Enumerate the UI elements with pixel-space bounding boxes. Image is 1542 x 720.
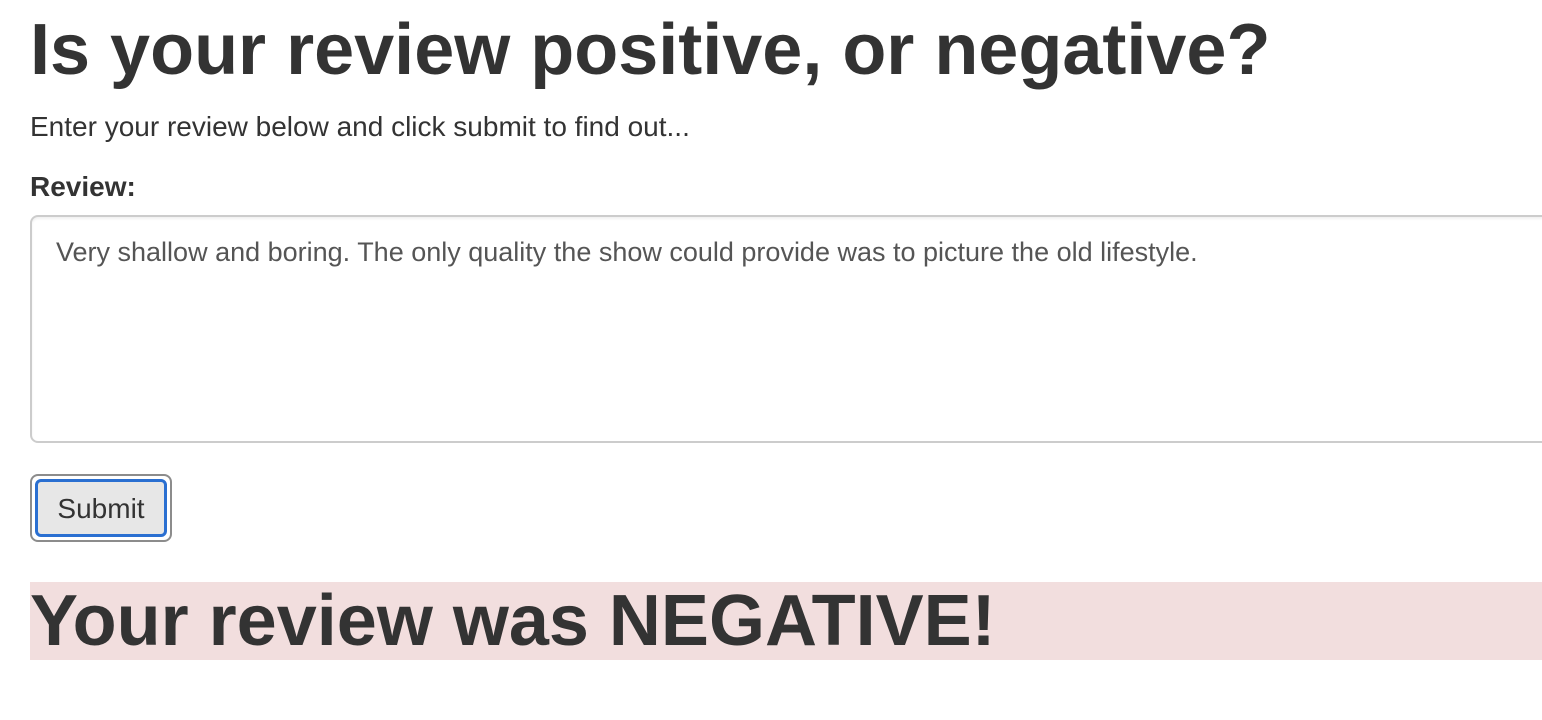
page-title: Is your review positive, or negative? <box>30 10 1271 90</box>
page-subtitle: Enter your review below and click submit… <box>30 111 690 142</box>
page: Is your review positive, or negative? En… <box>0 0 1542 720</box>
result-text: Your review was NEGATIVE! <box>30 581 996 661</box>
review-label: Review: <box>30 171 136 202</box>
result-banner: Your review was NEGATIVE! <box>30 582 1542 660</box>
submit-button-label: Submit <box>35 479 167 537</box>
submit-button[interactable]: Submit <box>30 474 172 542</box>
review-textarea[interactable]: Very shallow and boring. The only qualit… <box>30 215 1542 443</box>
